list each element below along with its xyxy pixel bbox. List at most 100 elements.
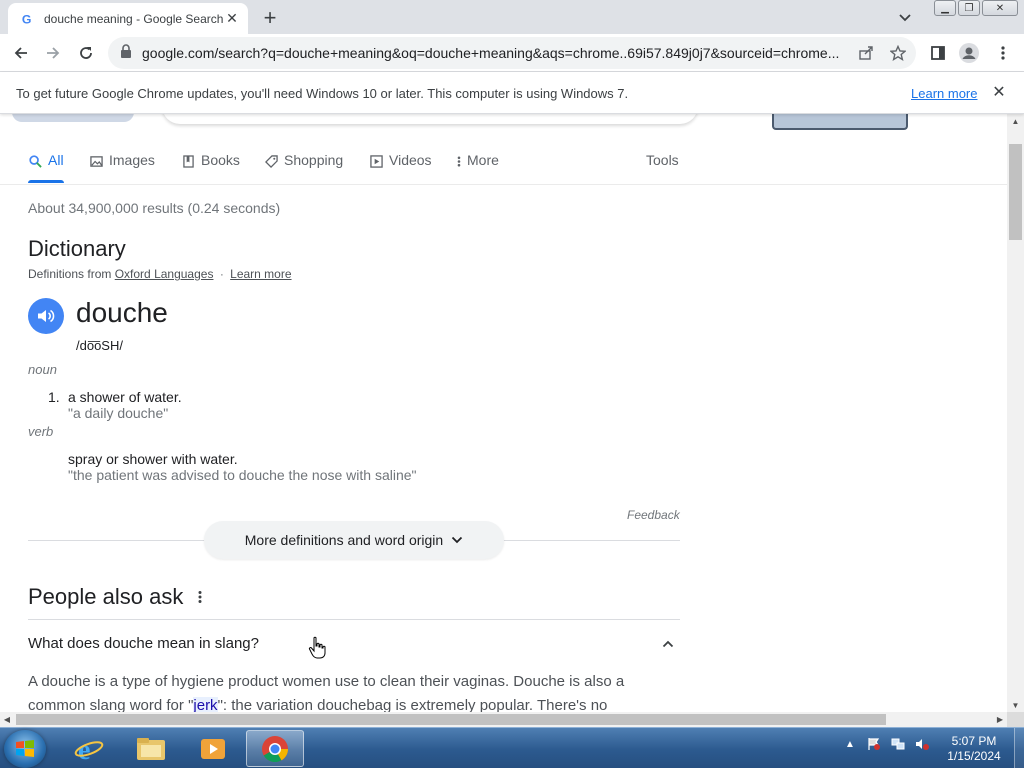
media-player-taskbar-button[interactable] (184, 730, 242, 767)
tab-books-label: Books (201, 152, 240, 168)
scroll-up-arrow-icon[interactable]: ▲ (1007, 114, 1024, 128)
infobar-close-icon[interactable]: ✕ (990, 83, 1008, 101)
sidebar-image-edge[interactable] (772, 114, 908, 130)
tab-close-icon[interactable]: ✕ (224, 10, 240, 27)
pronunciation-speaker-button[interactable] (28, 298, 64, 334)
speaker-icon (38, 309, 55, 323)
chrome-taskbar-button[interactable] (246, 730, 304, 767)
tools-button[interactable]: Tools (646, 152, 679, 168)
internet-explorer-taskbar-button[interactable]: e (60, 730, 118, 767)
chevron-up-icon[interactable] (660, 636, 676, 652)
lock-icon[interactable] (120, 43, 132, 63)
definitions-from-label: Definitions from (28, 267, 112, 281)
browser-tab[interactable]: G douche meaning - Google Search ✕ (8, 3, 248, 34)
noun-example: "a daily douche" (68, 405, 169, 421)
tab-title: douche meaning - Google Search (44, 11, 224, 26)
window-controls: ▁ ❐ ✕ (934, 0, 1018, 16)
vertical-scroll-thumb[interactable] (1009, 144, 1022, 240)
scroll-left-arrow-icon[interactable]: ◀ (0, 712, 14, 727)
people-also-ask-menu-icon[interactable] (192, 588, 208, 606)
paa-answer-part2: ": the variation douchebag is extremely … (217, 697, 608, 712)
url-text[interactable]: google.com/search?q=douche+meaning&oq=do… (142, 45, 854, 61)
chrome-menu-kebab-icon[interactable] (992, 42, 1014, 64)
more-dots-icon (456, 154, 462, 168)
tab-all[interactable]: All (28, 152, 64, 184)
dictionary-title: Dictionary (28, 236, 126, 261)
noun-label: noun (28, 362, 57, 377)
tab-search-chevron-icon[interactable] (895, 8, 915, 28)
google-favicon-icon: G (20, 11, 36, 27)
oxford-languages-link[interactable]: Oxford Languages (115, 267, 214, 281)
file-explorer-taskbar-button[interactable] (122, 730, 180, 767)
tab-strip: G douche meaning - Google Search ✕ + ▁ ❐… (0, 0, 1024, 34)
verb-definition: spray or shower with water. (68, 451, 238, 467)
tab-videos-label: Videos (389, 152, 432, 168)
tab-images[interactable]: Images (89, 152, 155, 184)
search-results-page: All Images Books Shopping Videos More To… (0, 114, 1007, 712)
address-bar[interactable]: google.com/search?q=douche+meaning&oq=do… (108, 37, 916, 69)
tab-more[interactable]: More (456, 152, 499, 184)
infobar-learn-more-link[interactable]: Learn more (911, 86, 977, 101)
paa-question[interactable]: What does douche mean in slang? (28, 635, 259, 652)
reload-icon[interactable] (75, 42, 97, 64)
scroll-down-arrow-icon[interactable]: ▼ (1007, 698, 1024, 712)
definitions-source: Definitions from Oxford Languages · Lear… (28, 267, 292, 281)
dictionary-word: douche (76, 297, 168, 328)
browser-toolbar: google.com/search?q=douche+meaning&oq=do… (0, 34, 1024, 72)
dictionary-learn-more-link[interactable]: Learn more (230, 267, 291, 281)
paa-answer: A douche is a type of hygiene product wo… (28, 670, 680, 712)
people-also-ask-title: People also ask (28, 584, 184, 609)
tab-all-label: All (48, 152, 64, 168)
system-tray: ▲ (842, 736, 930, 752)
show-hidden-icons-arrow-icon[interactable]: ▲ (842, 736, 858, 752)
internet-explorer-icon: e (74, 735, 104, 764)
windows-taskbar: e ▲ 5:07 PM 1/15/2024 (0, 727, 1024, 768)
verb-example: "the patient was advised to douche the n… (68, 467, 417, 483)
feedback-link[interactable]: Feedback (627, 508, 680, 522)
scrollbar-corner (1007, 712, 1024, 727)
search-box-edge[interactable] (162, 114, 698, 124)
chrome-icon (262, 735, 289, 762)
update-infobar: To get future Google Chrome updates, you… (0, 72, 1024, 114)
horizontal-scrollbar[interactable]: ◀ ▶ (0, 712, 1007, 727)
start-button[interactable] (4, 730, 46, 768)
noun-definition: a shower of water. (68, 389, 182, 405)
back-arrow-icon[interactable] (10, 42, 32, 64)
tab-books[interactable]: Books (181, 152, 240, 184)
bookmark-star-icon[interactable] (890, 45, 906, 61)
minimize-button[interactable]: ▁ (934, 0, 956, 16)
search-type-tabs: All Images Books Shopping Videos More To… (28, 152, 680, 184)
tab-images-label: Images (109, 152, 155, 168)
more-definitions-button[interactable]: More definitions and word origin (204, 521, 504, 559)
profile-avatar-icon[interactable] (958, 42, 980, 64)
paa-divider (28, 619, 680, 620)
book-icon (181, 154, 195, 168)
share-icon[interactable] (858, 45, 874, 61)
tab-shopping[interactable]: Shopping (264, 152, 343, 184)
windows-logo-icon (16, 740, 34, 757)
volume-muted-icon[interactable] (914, 736, 930, 752)
show-desktop-button[interactable] (1014, 728, 1024, 768)
new-tab-button[interactable]: + (258, 5, 282, 30)
results-stats: About 34,900,000 results (0.24 seconds) (28, 200, 281, 216)
chevron-down-icon (451, 536, 463, 544)
google-logo-doodle-edge[interactable] (12, 114, 134, 122)
scroll-right-arrow-icon[interactable]: ▶ (993, 712, 1007, 727)
source-separator: · (219, 267, 224, 281)
definition-number: 1. (48, 389, 60, 405)
verb-label: verb (28, 424, 54, 439)
image-icon (89, 154, 103, 168)
tab-videos[interactable]: Videos (369, 152, 432, 184)
network-icon[interactable] (890, 736, 906, 752)
forward-arrow-icon[interactable] (42, 42, 64, 64)
horizontal-scroll-thumb[interactable] (16, 714, 886, 725)
restore-button[interactable]: ❐ (958, 0, 980, 16)
window-close-button[interactable]: ✕ (982, 0, 1018, 16)
clock-time: 5:07 PM (951, 734, 997, 748)
side-panel-icon[interactable] (927, 42, 949, 64)
infobar-message: To get future Google Chrome updates, you… (16, 86, 629, 101)
phonetic-spelling: /do͞oSH/ (76, 338, 123, 353)
taskbar-clock[interactable]: 5:07 PM 1/15/2024 (938, 734, 1010, 764)
vertical-scrollbar[interactable]: ▲ ▼ (1007, 114, 1024, 712)
action-center-flag-icon[interactable] (866, 736, 882, 752)
